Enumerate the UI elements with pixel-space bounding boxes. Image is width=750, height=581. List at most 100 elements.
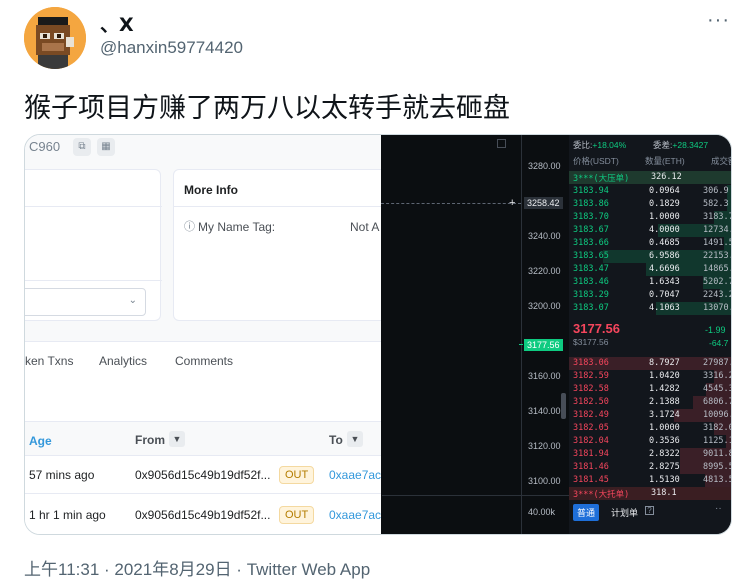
total-cell: 5202.7 [703, 277, 732, 287]
total-cell: 6806.7 [703, 397, 732, 407]
orderbook-row[interactable]: 3183.94 0.0964 306.9 [569, 185, 731, 198]
orderbook-row[interactable]: 3181.46 2.8275 8995.5 [569, 461, 731, 474]
orderbook-row[interactable]: 3182.49 3.1724 10096.1 [569, 409, 731, 422]
qty-cell: 0.7047 [649, 290, 680, 300]
price-cell: 3182.04 [573, 436, 609, 446]
total-cell: 13070.6 [703, 303, 731, 313]
diff-value: +28.3427 [672, 140, 709, 150]
total-cell: 1491.5 [703, 238, 732, 248]
qty-cell: 1.0000 [649, 423, 680, 433]
display-name[interactable]: 、X [100, 10, 134, 37]
qty-cell: 4.6696 [649, 264, 680, 274]
tweet-meta: 上午11:31 · 2021年8月29日 · Twitter Web App [24, 555, 370, 580]
price-tick: 3160.00 [528, 371, 561, 381]
table-row: 1 hr 1 min ago 0x9056d15c49b19df52f... O… [25, 493, 381, 534]
crosshair-price-label: 3258.42 [524, 197, 563, 209]
orderbook-row[interactable]: 3183.29 0.7047 2243.2 [569, 289, 731, 302]
price-cell: 3182.05 [573, 423, 609, 433]
direction-badge: OUT [279, 506, 315, 524]
from-address[interactable]: 0x9056d15c49b19df52f... [135, 508, 270, 522]
more-icon[interactable]: ·· [715, 503, 722, 514]
orderbook-row[interactable]: 3182.04 0.3536 1125.1 [569, 435, 731, 448]
tab-token-txns[interactable]: ken Txns [25, 354, 73, 368]
price-cell: 3182.59 [573, 371, 609, 381]
table-row: 57 mins ago 0x9056d15c49b19df52f... OUT … [25, 455, 381, 493]
price-tick: 3120.00 [528, 441, 561, 451]
name-tag-label: My Name Tag: [198, 220, 276, 234]
change-abs: -64.7 [709, 338, 729, 348]
orderbook-row[interactable]: 3182.50 2.1388 6806.7 [569, 396, 732, 409]
column-age[interactable]: Age [29, 434, 52, 448]
orderbook-row[interactable]: 3183.46 1.6343 5202.7 [569, 276, 732, 289]
qty-cell: 1.0420 [649, 371, 680, 381]
qty-cell: 0.4685 [649, 238, 680, 248]
tweet-source[interactable]: Twitter Web App [247, 560, 370, 579]
orderbook-row[interactable]: 3182.58 1.4282 4545.3 [569, 383, 732, 396]
price-cell: 3181.45 [573, 475, 609, 485]
qty-cell: 1.5130 [649, 475, 680, 485]
qty-cell: 6.9586 [649, 251, 680, 261]
qty-cell: 2.8275 [649, 462, 680, 472]
qty-cell: 0.0964 [649, 186, 680, 196]
total-cell: 3183.7 [703, 212, 732, 222]
total-cell: 4813.5 [703, 475, 732, 485]
more-info-title: More Info [184, 183, 238, 197]
filter-icon[interactable]: ▼ [347, 431, 363, 447]
orderbook-row[interactable]: 3183.47 4.6696 14865.5 [569, 263, 731, 276]
order-type-normal[interactable]: 普通 [573, 504, 600, 521]
price-cell: 3183.29 [573, 290, 609, 300]
tweet-date[interactable]: 2021年8月29日 [114, 560, 231, 579]
total-cell: 3182.0 [703, 423, 732, 433]
more-options-icon[interactable]: ··· [707, 9, 730, 32]
price-cell: 3183.65 [573, 251, 609, 261]
orderbook-row[interactable]: 3183.65 6.9586 22153.7 [569, 250, 731, 263]
to-address-link[interactable]: 0xaae7ac [329, 508, 381, 522]
price-cell: 3183.94 [573, 186, 609, 196]
info-icon: ? [645, 506, 654, 515]
col-total-header: 成交额 [711, 156, 731, 166]
copy-icon: ⧉ [73, 138, 91, 156]
price-cell: 3181.46 [573, 462, 609, 472]
total-cell: 306.9 [703, 186, 729, 196]
orderbook-row[interactable]: 3183.67 4.0000 12734.6 [569, 224, 731, 237]
orderbook-row[interactable]: 3183.06 8.7927 27987.6 [569, 357, 731, 370]
qty-cell: 8.7927 [649, 358, 680, 368]
price-cell: 3182.50 [573, 397, 609, 407]
order-type-plan[interactable]: 计划单 [611, 506, 638, 519]
tab-analytics[interactable]: Analytics [99, 354, 147, 368]
to-address-link[interactable]: 0xaae7ac [329, 468, 381, 482]
total-cell: 10096.1 [703, 410, 731, 420]
ratio-label: 委比: [573, 140, 593, 150]
orderbook-row[interactable]: 3181.45 1.5130 4813.5 [569, 474, 732, 487]
from-address[interactable]: 0x9056d15c49b19df52f... [135, 468, 270, 482]
qty-cell: 3.1724 [649, 410, 680, 420]
orderbook-row[interactable]: 3183.66 0.4685 1491.5 [569, 237, 732, 250]
filter-icon[interactable]: ▼ [169, 431, 185, 447]
last-price-usd: $3177.56 [573, 337, 609, 347]
orderbook-row[interactable]: 3181.94 2.8322 9011.8 [569, 448, 731, 461]
orderbook-row[interactable]: 3183.07 4.1063 13070.6 [569, 302, 731, 315]
total-cell: 4545.3 [703, 384, 732, 394]
total-cell: 22153.7 [703, 251, 731, 261]
qty-cell: 0.1829 [649, 199, 680, 209]
crosshair-plus-icon: + [509, 197, 516, 209]
qty-cell: 1.4282 [649, 384, 680, 394]
tab-comments[interactable]: Comments [175, 354, 233, 368]
avatar[interactable] [24, 7, 86, 69]
help-icon: ⓘ [184, 221, 195, 233]
price-tick: 3240.00 [528, 231, 561, 241]
orderbook-row[interactable]: 3182.59 1.0420 3316.2 [569, 370, 731, 383]
price-cell: 3182.49 [573, 410, 609, 420]
qty-cell: 1.0000 [649, 212, 680, 222]
price-tick: 3200.00 [528, 301, 561, 311]
user-handle[interactable]: @hanxin59774420 [100, 38, 243, 58]
total-cell: 14865.5 [703, 264, 731, 274]
orderbook-row[interactable]: 3182.05 1.0000 3182.0 [569, 422, 732, 435]
ratio-value: +18.04% [592, 140, 627, 150]
chart-drag-handle[interactable] [561, 393, 566, 419]
tweet-time[interactable]: 上午11:31 [24, 560, 99, 579]
orderbook-row[interactable]: 3183.86 0.1829 582.3 [569, 198, 731, 211]
price-cell: 3183.06 [573, 358, 609, 368]
tweet-media-image[interactable]: C960 ⧉ ▦ ⌄ More Info ⓘ My Name Tag: Not … [24, 134, 732, 535]
orderbook-row[interactable]: 3183.70 1.0000 3183.7 [569, 211, 732, 224]
